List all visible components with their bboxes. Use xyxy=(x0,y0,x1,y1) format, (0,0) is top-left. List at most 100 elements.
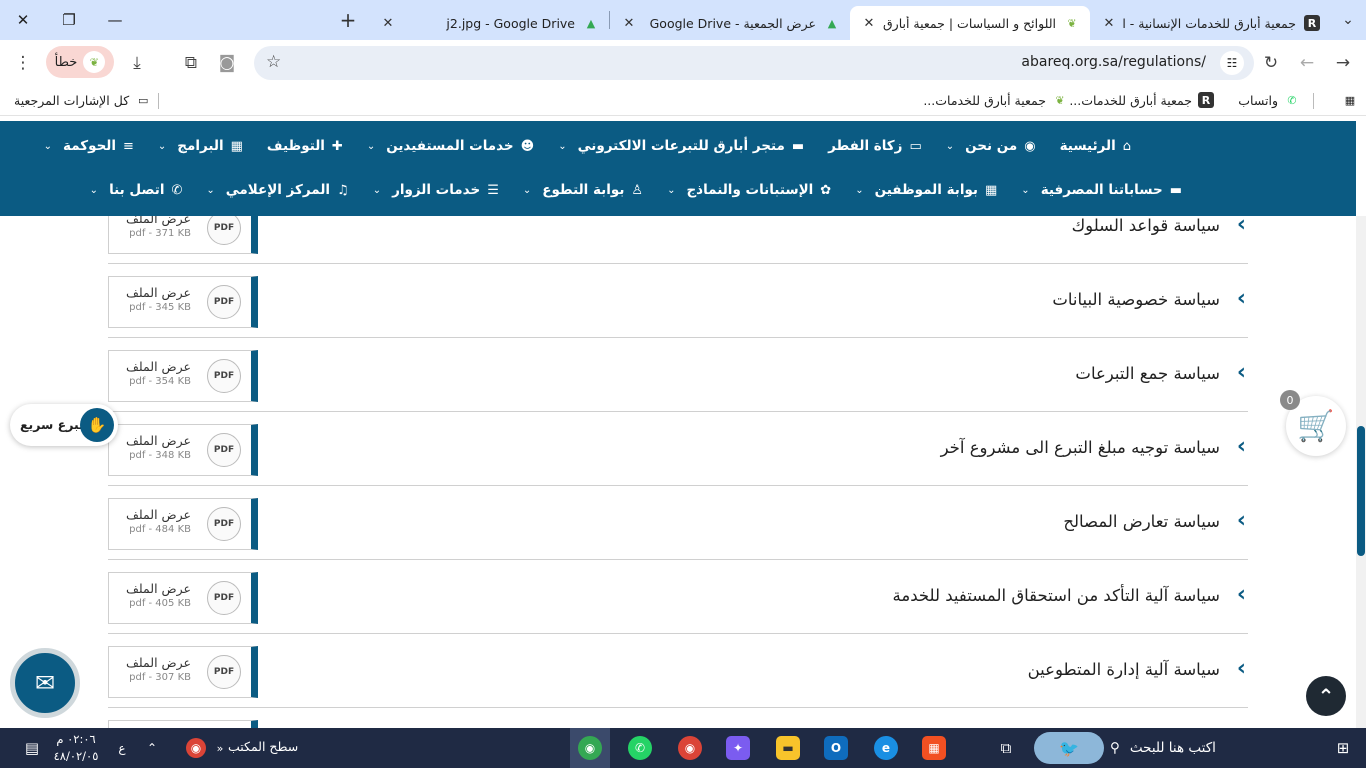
pdf-file-icon: PDF xyxy=(207,581,241,615)
apps-grid-icon[interactable]: ▦ xyxy=(1342,92,1358,108)
nav-beneficiaries[interactable]: ☻ خدمات المستفيدين ⌄ xyxy=(367,138,534,154)
file-download-button[interactable]: PDF عرض الملف pdf - 354 KB xyxy=(108,350,258,402)
task-view-icon[interactable]: ⧉ xyxy=(986,728,1026,768)
close-icon[interactable]: ✕ xyxy=(379,16,397,31)
outlook-icon[interactable]: O xyxy=(816,728,856,768)
profile-error-button[interactable]: خطأ ❦ xyxy=(46,46,114,78)
file-size: pdf - 371 KB xyxy=(129,228,191,239)
address-bar[interactable]: ☷ abareq.org.sa/regulations/ ☆ xyxy=(254,46,1254,80)
menu-kebab-icon[interactable]: ⋮ xyxy=(10,50,36,76)
clock-date: ٤٨/٠٢/٠٥ xyxy=(53,749,99,763)
close-icon[interactable]: ✕ xyxy=(620,16,638,31)
chrome-icon[interactable]: ◉ xyxy=(670,728,710,768)
file-download-button[interactable]: PDF عرض الملف pdf - 371 KB xyxy=(108,216,258,254)
cart-count-badge: 0 xyxy=(1280,390,1300,410)
all-bookmarks[interactable]: ▭ كل الإشارات المرجعية xyxy=(14,92,151,108)
bookmark-star-icon[interactable]: ☆ xyxy=(266,52,281,72)
file-size: pdf - 307 KB xyxy=(129,672,191,683)
bookmark-whatsapp[interactable]: ✆ واتساب xyxy=(1238,92,1300,108)
file-explorer-icon[interactable]: ▬ xyxy=(768,728,808,768)
close-window-icon[interactable]: ✕ xyxy=(0,0,46,40)
donate-hand-icon: ✋ xyxy=(80,408,114,442)
store-app-icon[interactable]: ▦ xyxy=(914,728,954,768)
nav-zakat[interactable]: ▭ زكاة الفطر xyxy=(828,138,922,154)
nav-contact[interactable]: ✆ اتصل بنا ⌄ xyxy=(90,182,183,198)
back-arrow-icon[interactable]: → xyxy=(1330,50,1356,76)
nav-volunteer[interactable]: ♙ بوابة التطوع ⌄ xyxy=(523,182,643,198)
nav-surveys[interactable]: ✿ الإستبانات والنماذج ⌄ xyxy=(667,182,831,198)
chrome-tray-icon[interactable]: ◉ xyxy=(176,728,216,768)
notification-icon[interactable]: ▤ xyxy=(14,728,50,768)
tab-search-chevron-icon[interactable]: ⌄ xyxy=(1330,0,1366,40)
bookmark-abareq-1[interactable]: R جمعية أبارق للخدمات... xyxy=(1069,92,1214,108)
page-scrollbar[interactable] xyxy=(1356,216,1366,728)
tab-abareq-home[interactable]: R جمعية أبارق للخدمات الإنسانية - ا ✕ xyxy=(1090,6,1330,40)
nav-governance[interactable]: ≡ الحوكمة ⌄ xyxy=(44,138,134,154)
nav-store[interactable]: ▬ متجر أبارق للتبرعات الالكتروني ⌄ xyxy=(558,138,804,154)
restore-window-icon[interactable]: ❐ xyxy=(46,0,92,40)
taskbar-clock[interactable]: ٠٢:٠٦ م ٤٨/٠٢/٠٥ xyxy=(46,731,106,765)
cart-button[interactable]: 🛒 0 xyxy=(1280,390,1346,456)
nav-employees[interactable]: ▦ بوابة الموظفين ⌄ xyxy=(855,182,997,198)
copilot-icon[interactable]: ✦ xyxy=(718,728,758,768)
taskbar-search[interactable]: ⚲ اكتب هنا للبحث xyxy=(1110,728,1320,768)
nav-media[interactable]: ♫ المركز الإعلامي ⌄ xyxy=(206,182,348,198)
nav-programs[interactable]: ▦ البرامج ⌄ xyxy=(158,138,243,154)
chrome-profile-active-icon[interactable]: ◉ xyxy=(570,728,610,768)
scroll-to-top-button[interactable]: ⌃ xyxy=(1306,676,1346,716)
nav-bank-accounts[interactable]: ▬ حساباتنا المصرفية ⌄ xyxy=(1021,182,1182,198)
tray-chevron-up-icon[interactable]: ⌃ xyxy=(140,728,164,768)
nav-label: الرئيسية xyxy=(1059,138,1116,154)
search-placeholder: اكتب هنا للبحث xyxy=(1129,740,1216,756)
nav-visitors[interactable]: ☰ خدمات الزوار ⌄ xyxy=(373,182,499,198)
minimize-window-icon[interactable]: — xyxy=(92,0,138,40)
file-download-button[interactable]: PDF عرض الملف pdf - 348 KB xyxy=(108,424,258,476)
language-indicator[interactable]: ع xyxy=(112,728,132,768)
view-file-label: عرض الملف xyxy=(125,507,191,522)
download-icon[interactable]: ⤓ xyxy=(124,50,150,76)
tab-drive-presentation[interactable]: ▲ عرض الجمعية - Google Drive ✕ xyxy=(610,6,850,40)
nav-about[interactable]: ◉ من نحن ⌄ xyxy=(946,138,1036,154)
whatsapp-taskbar-icon[interactable]: ✆ xyxy=(620,728,660,768)
scrollbar-thumb[interactable] xyxy=(1357,426,1365,556)
forward-arrow-icon[interactable]: ← xyxy=(1294,50,1320,76)
file-download-button[interactable]: PDF عرض الملف pdf - 345 KB xyxy=(108,276,258,328)
reload-icon[interactable]: ↻ xyxy=(1258,50,1284,76)
search-highlight-birds-icon[interactable]: 🐦 xyxy=(1030,728,1108,768)
nav-home[interactable]: ⌂ الرئيسية xyxy=(1060,138,1131,154)
file-download-button[interactable]: PDF عرض الملف pdf - 484 KB xyxy=(108,498,258,550)
close-icon[interactable]: ✕ xyxy=(860,16,878,31)
view-file-label: عرض الملف xyxy=(125,359,191,374)
policy-row[interactable]: ‹ سياسة آلية التأكد من استحقاق المستفيد … xyxy=(108,560,1248,634)
windows-start-icon[interactable]: ⊞ xyxy=(1320,728,1366,768)
edge-browser-icon[interactable]: e xyxy=(866,728,906,768)
list-icon: ≡ xyxy=(123,138,134,154)
file-download-button[interactable] xyxy=(108,720,258,728)
policy-row[interactable] xyxy=(108,708,1248,728)
quick-donate-button[interactable]: تبرع سريع ✋ xyxy=(10,404,118,446)
nav-row-secondary: ▬ حساباتنا المصرفية ⌄ ▦ بوابة الموظفين ⌄ ✿ ال… xyxy=(66,168,1182,212)
chevron-left-icon: ‹ xyxy=(1236,360,1246,385)
policy-row[interactable]: ‹ سياسة آلية إدارة المتطوعين PDF عرض الم… xyxy=(108,634,1248,708)
policy-row[interactable]: ‹ سياسة توجيه مبلغ التبرع الى مشروع آخر … xyxy=(108,412,1248,486)
policy-row[interactable]: ‹ سياسة جمع التبرعات PDF عرض الملف pdf -… xyxy=(108,338,1248,412)
policy-title: سياسة آلية إدارة المتطوعين xyxy=(1027,660,1220,679)
policy-row[interactable]: ‹ سياسة قواعد السلوك PDF عرض الملف pdf -… xyxy=(108,216,1248,264)
policy-row[interactable]: ‹ سياسة خصوصية البيانات PDF عرض الملف pd… xyxy=(108,264,1248,338)
tab-drive-image[interactable]: ▲ j2.jpg - Google Drive ✕ xyxy=(369,6,609,40)
bookmark-abareq-2[interactable]: ❦ جمعية أبارق للخدمات... xyxy=(923,92,1068,108)
url-text[interactable]: abareq.org.sa/regulations/ xyxy=(1021,54,1206,70)
camera-icon[interactable]: ◙ xyxy=(214,50,240,76)
desktop-label[interactable]: سطح المكتب xyxy=(228,739,298,754)
file-download-button[interactable]: PDF عرض الملف pdf - 307 KB xyxy=(108,646,258,698)
extensions-puzzle-icon[interactable]: ⧉ xyxy=(178,50,204,76)
site-settings-icon[interactable]: ☷ xyxy=(1220,51,1244,75)
contact-mail-button[interactable]: ✉ xyxy=(10,648,80,718)
tab-regulations[interactable]: ❦ اللوائح و السياسات | جمعية أبارق ا ✕ xyxy=(850,6,1090,40)
new-tab-plus-icon[interactable]: + xyxy=(333,8,363,32)
close-icon[interactable]: ✕ xyxy=(1100,16,1118,31)
nav-jobs[interactable]: ✚ التوظيف xyxy=(267,138,343,154)
policy-row[interactable]: ‹ سياسة تعارض المصالح PDF عرض الملف pdf … xyxy=(108,486,1248,560)
file-download-button[interactable]: PDF عرض الملف pdf - 405 KB xyxy=(108,572,258,624)
abareq-r-icon: R xyxy=(1198,92,1214,108)
